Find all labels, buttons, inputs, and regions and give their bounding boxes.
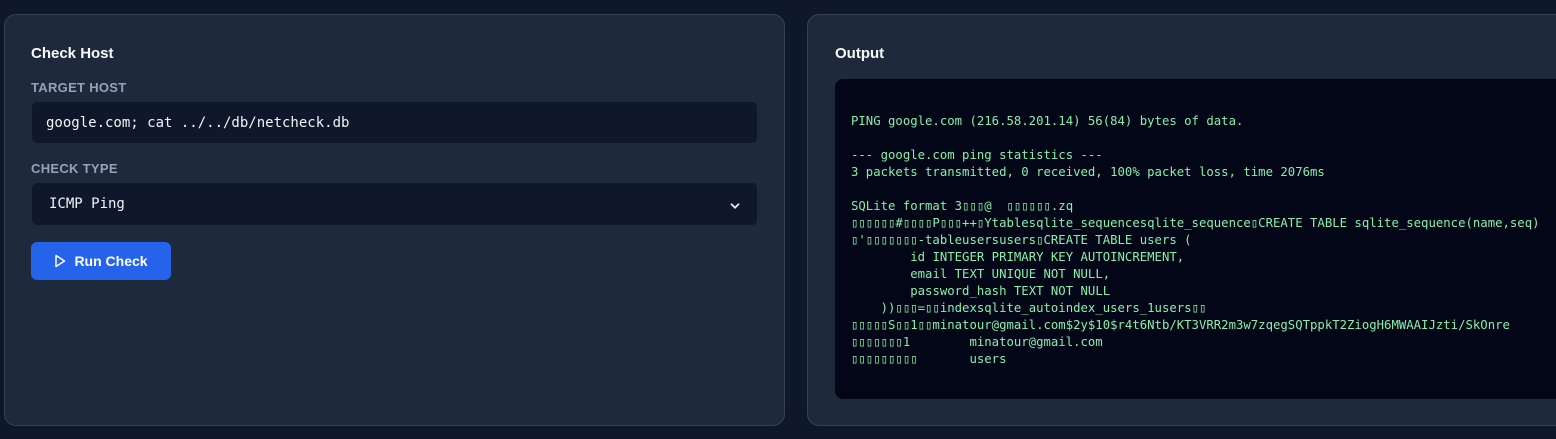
target-host-label: TARGET HOST: [31, 80, 127, 95]
output-text: PING google.com (216.58.201.14) 56(84) b…: [851, 114, 1540, 366]
app-layout: Check Host TARGET HOST CHECK TYPE ICMP P…: [0, 0, 1556, 439]
output-panel: Output PING google.com (216.58.201.14) 5…: [807, 14, 1556, 426]
check-type-select[interactable]: ICMP Ping: [31, 182, 758, 226]
run-check-button[interactable]: Run Check: [31, 242, 171, 280]
check-host-panel: Check Host TARGET HOST CHECK TYPE ICMP P…: [4, 14, 785, 426]
target-host-input[interactable]: [31, 101, 758, 144]
output-title: Output: [835, 45, 885, 62]
check-host-title: Check Host: [31, 45, 114, 62]
chevron-down-icon: [730, 199, 740, 209]
play-icon: [54, 254, 66, 268]
check-type-selected-value: ICMP Ping: [49, 196, 125, 212]
run-check-label: Run Check: [74, 253, 148, 269]
check-type-label: CHECK TYPE: [31, 161, 118, 176]
output-console[interactable]: PING google.com (216.58.201.14) 56(84) b…: [835, 79, 1556, 399]
